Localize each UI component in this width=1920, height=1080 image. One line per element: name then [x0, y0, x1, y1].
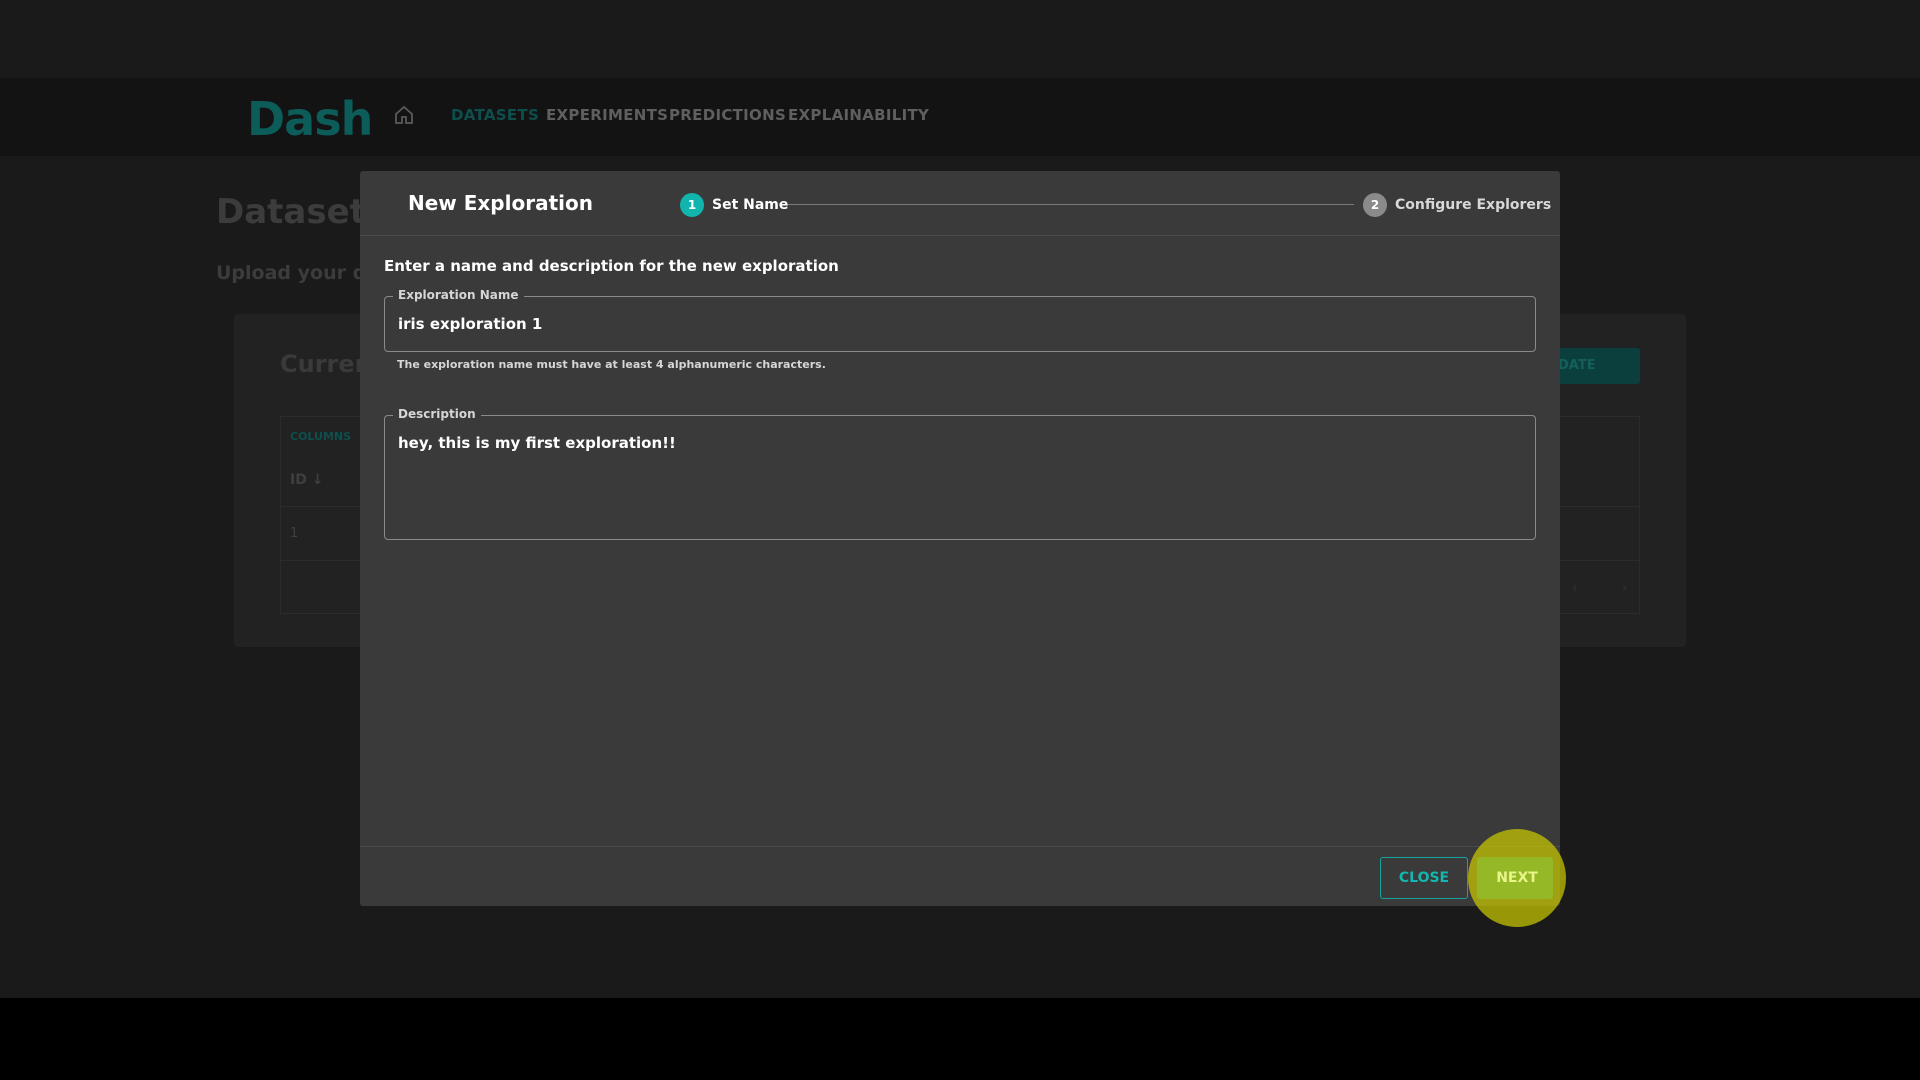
description-value[interactable]: hey, this is my first exploration!! — [398, 434, 676, 452]
table-row[interactable]: 1 — [290, 526, 298, 541]
id-column-header[interactable]: ID ↓ — [290, 472, 323, 488]
description-label: Description — [393, 407, 481, 421]
exploration-name-input[interactable]: Exploration Name iris exploration 1 — [384, 288, 1536, 352]
exploration-name-value[interactable]: iris exploration 1 — [398, 315, 542, 333]
step-1-label: Set Name — [712, 197, 789, 213]
nav-datasets[interactable]: DATASETS — [451, 106, 539, 124]
home-icon[interactable] — [393, 104, 415, 126]
step-2-indicator: 2 — [1363, 193, 1387, 217]
page-subtitle: Upload your da — [216, 262, 380, 284]
page-title: Dataset — [216, 192, 366, 232]
new-exploration-dialog: New Exploration 1 Set Name 2 Configure E… — [360, 171, 1560, 906]
nav-experiments[interactable]: EXPERIMENTS — [546, 106, 668, 124]
pagination-arrows[interactable]: ‹ › — [1572, 580, 1648, 596]
nav-explainability[interactable]: EXPLAINABILITY — [788, 106, 929, 124]
close-button[interactable]: CLOSE — [1380, 857, 1468, 899]
step-1-indicator: 1 — [680, 193, 704, 217]
exploration-name-label: Exploration Name — [393, 288, 524, 302]
stepper-connector — [788, 204, 1354, 205]
step-2-label: Configure Explorers — [1395, 197, 1552, 213]
nav-predictions[interactable]: PREDICTIONS — [669, 106, 786, 124]
next-button-label[interactable]: NEXT — [1479, 857, 1555, 899]
exploration-name-helper-text: The exploration name must have at least … — [397, 358, 826, 371]
description-textarea[interactable]: Description hey, this is my first explor… — [384, 407, 1536, 540]
columns-button[interactable]: COLUMNS — [290, 430, 351, 443]
dialog-header: New Exploration 1 Set Name 2 Configure E… — [360, 171, 1560, 236]
screen: Dash DATASETS EXPERIMENTS PREDICTIONS EX… — [0, 0, 1920, 1080]
dialog-title: New Exploration — [408, 191, 593, 215]
app-logo: Dash — [247, 92, 373, 146]
dialog-instructions: Enter a name and description for the new… — [384, 257, 839, 275]
dialog-footer-divider — [360, 846, 1560, 847]
